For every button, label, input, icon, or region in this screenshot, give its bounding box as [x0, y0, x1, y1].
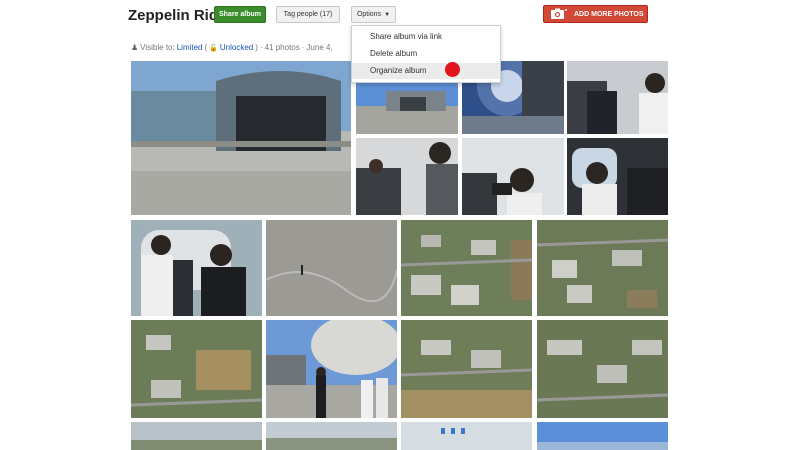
photo-aerial-field[interactable]: [131, 320, 262, 418]
lock-close-paren: ): [255, 43, 258, 52]
camera-icon: [550, 8, 568, 20]
chevron-down-icon: ▼: [384, 11, 391, 18]
separator: ·: [301, 43, 305, 52]
album-meta: ♟ Visible to: Limited ( 🔓 Unlocked ) · 4…: [131, 43, 333, 52]
visible-prefix: Visible to:: [140, 43, 175, 52]
photo-cabin-window-man[interactable]: [567, 138, 668, 215]
photo-cabin-camera[interactable]: [356, 138, 458, 215]
options-button[interactable]: Options ▼: [351, 6, 396, 23]
photo-cabin-photographer[interactable]: [462, 138, 564, 215]
tag-people-button[interactable]: Tag people (17): [276, 6, 340, 23]
photo-aerial-campus-2[interactable]: [537, 220, 668, 316]
photo-aerial-horizon-4[interactable]: [537, 422, 668, 450]
photo-aerial-horizon-1[interactable]: [131, 422, 262, 450]
photo-aerial-campus-3[interactable]: [401, 320, 532, 418]
menu-item-share-via-link[interactable]: Share album via link: [352, 29, 500, 45]
photo-aerial-campus-1[interactable]: [401, 220, 532, 316]
add-more-photos-label: ADD MORE PHOTOS: [574, 10, 644, 18]
lock-open-paren: (: [204, 43, 208, 52]
photo-tarmac[interactable]: [266, 220, 397, 316]
photo-hangar[interactable]: [131, 61, 351, 215]
menu-item-organize-album[interactable]: Organize album: [352, 63, 500, 79]
album-date: June 4,: [306, 43, 333, 52]
separator: ·: [259, 43, 263, 52]
menu-item-delete-album[interactable]: Delete album: [352, 46, 500, 62]
lock-state-link[interactable]: Unlocked: [220, 43, 253, 52]
album-title: Zeppelin Ride: [128, 7, 227, 24]
photo-aerial-campus-4[interactable]: [537, 320, 668, 418]
people-icon: ♟: [131, 43, 139, 52]
click-indicator-dot: [445, 62, 460, 77]
photo-cabin-passengers[interactable]: [567, 61, 668, 134]
options-label: Options: [356, 11, 382, 18]
photo-aerial-horizon-2[interactable]: [266, 422, 397, 450]
add-more-photos-button[interactable]: ADD MORE PHOTOS: [543, 5, 648, 23]
share-album-button[interactable]: Share album: [214, 6, 266, 23]
visibility-link[interactable]: Limited: [177, 43, 203, 52]
options-menu: Share album via link Delete album Organi…: [351, 25, 501, 83]
photo-two-passengers[interactable]: [131, 220, 262, 316]
unlock-icon: 🔓: [209, 44, 218, 52]
photo-aerial-horizon-3[interactable]: [401, 422, 532, 450]
photo-zeppelin-ground[interactable]: [266, 320, 397, 418]
photo-count: 41 photos: [264, 43, 300, 52]
